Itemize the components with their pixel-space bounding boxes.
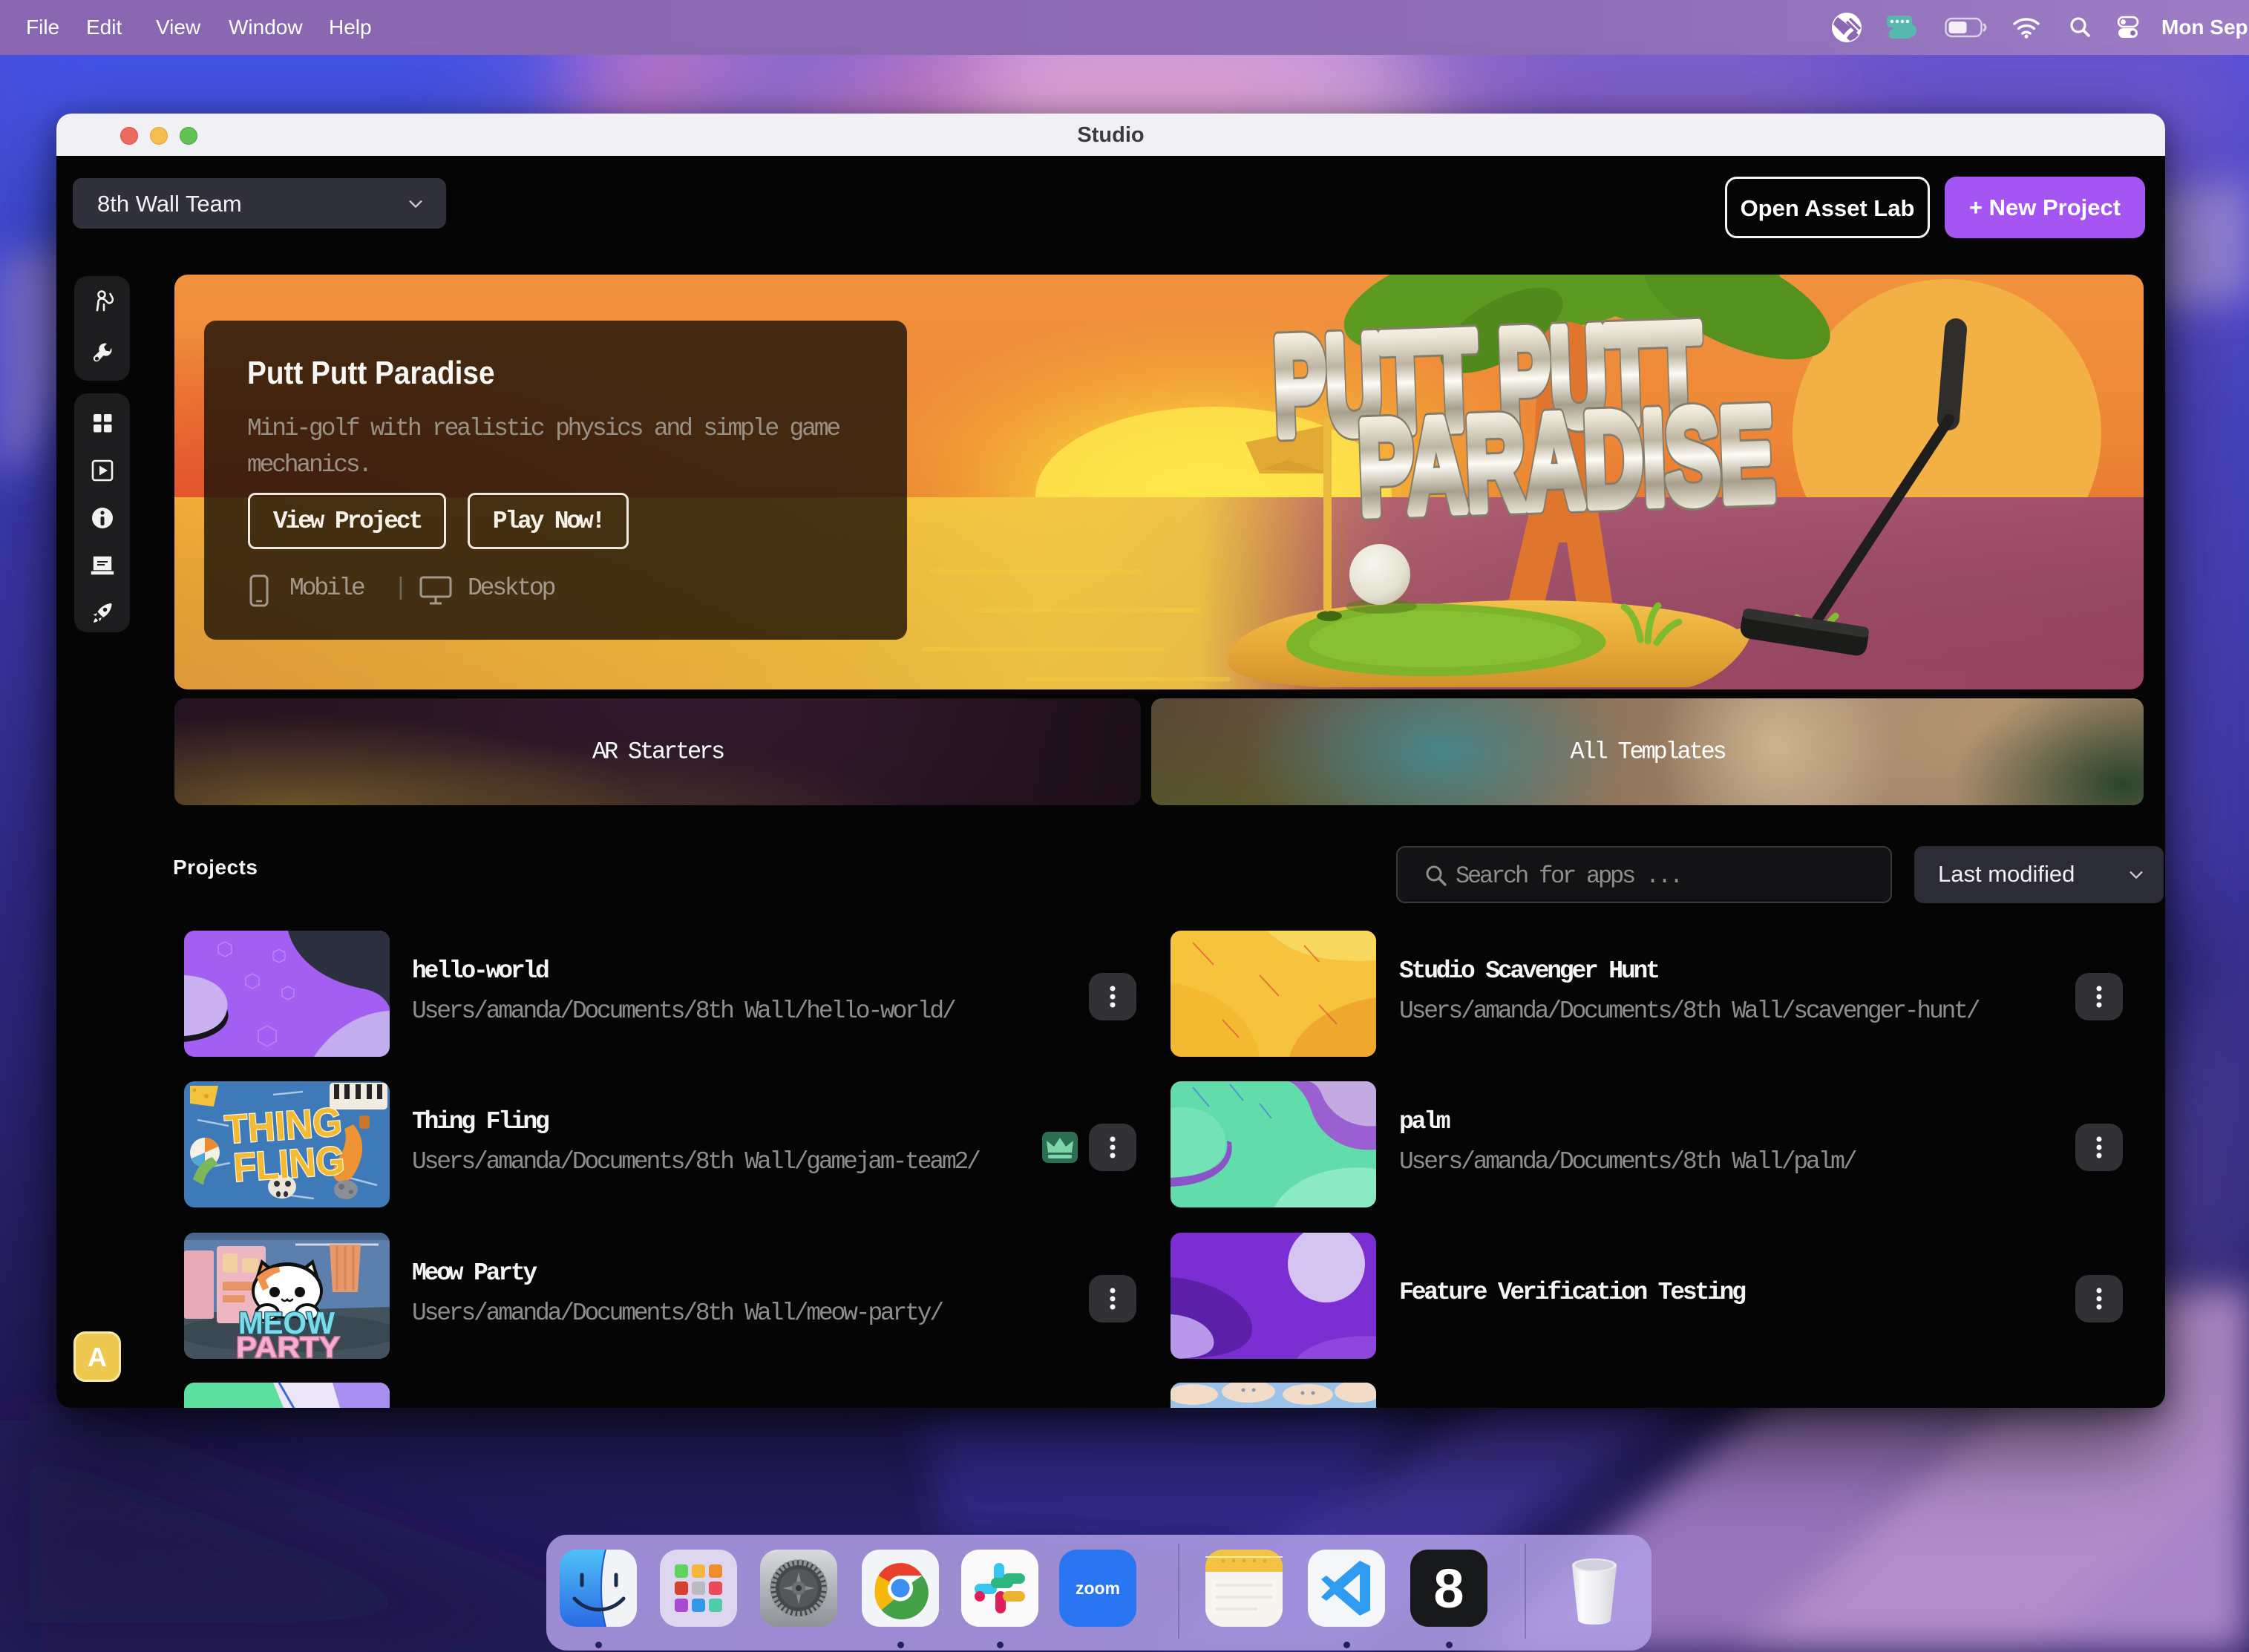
svg-text:PARTY: PARTY <box>236 1331 340 1359</box>
svg-text:FLING: FLING <box>232 1138 346 1190</box>
svg-text:8: 8 <box>1433 1558 1464 1619</box>
svg-text:PARADISE: PARADISE <box>1356 379 1777 541</box>
svg-text:zoom: zoom <box>1076 1579 1120 1598</box>
